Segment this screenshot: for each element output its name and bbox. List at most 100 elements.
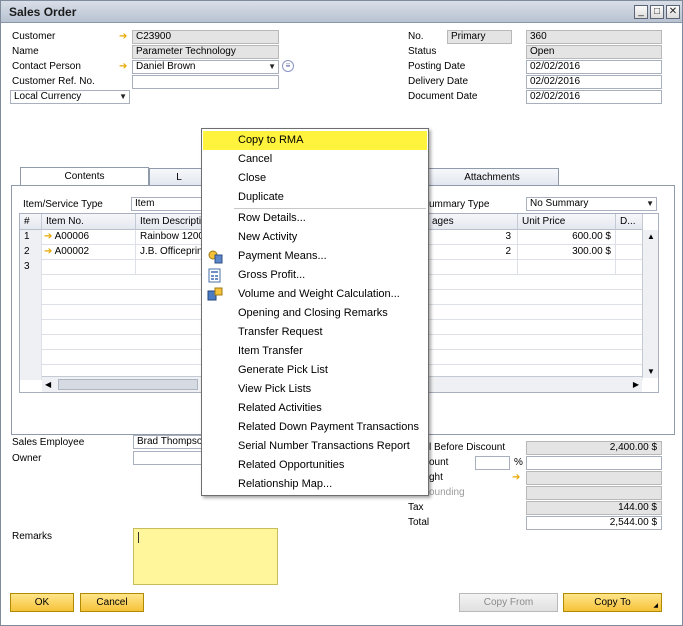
menu-item-duplicate[interactable]: Duplicate	[203, 188, 427, 207]
summary-type-value: No Summary	[530, 198, 589, 209]
column-header-item-no[interactable]: Item No.	[42, 214, 136, 230]
vertical-scrollbar[interactable]: ▲ ▼	[642, 230, 658, 378]
status-field[interactable]: Open	[526, 45, 662, 59]
menu-item-new-activity[interactable]: New Activity	[203, 228, 427, 247]
menu-item-view-pick-lists[interactable]: View Pick Lists	[203, 380, 427, 399]
d-cell[interactable]	[616, 245, 643, 260]
scroll-down-icon[interactable]: ▼	[647, 367, 655, 376]
series-field[interactable]: Primary	[447, 30, 512, 44]
row-number: 2	[20, 245, 42, 260]
d-cell[interactable]	[616, 230, 643, 245]
total-before-discount-field[interactable]: 2,400.00 $	[526, 441, 662, 455]
context-menu: Copy to RMA Cancel Close Duplicate Row D…	[201, 128, 429, 496]
owner-label: Owner	[12, 453, 42, 464]
posting-date-field[interactable]: 02/02/2016	[526, 60, 662, 74]
name-field[interactable]: Parameter Technology	[132, 45, 279, 59]
sales-order-window: Sales Order _ □ ✕ Customer ➔ C23900 Name…	[0, 0, 683, 626]
menu-item-serial-number-report[interactable]: Serial Number Transactions Report	[203, 437, 427, 456]
link-arrow-icon[interactable]: ➔	[44, 231, 52, 242]
item-no-cell[interactable]	[42, 260, 136, 275]
item-description-cell[interactable]: J.B. Officeprin	[136, 245, 206, 260]
link-arrow-icon[interactable]: ➔	[119, 32, 131, 42]
column-header-packages[interactable]: ages	[428, 214, 518, 230]
cancel-button[interactable]: Cancel	[80, 593, 144, 612]
minimize-icon[interactable]: _	[634, 5, 648, 19]
link-arrow-icon[interactable]: ➔	[44, 246, 52, 257]
link-arrow-icon[interactable]: ➔	[512, 473, 524, 483]
copy-to-button[interactable]: Copy To ◢	[563, 593, 662, 612]
currency-dropdown[interactable]: Local Currency ▼	[10, 90, 130, 104]
menu-item-payment-means[interactable]: Payment Means...	[203, 247, 427, 266]
summary-type-dropdown[interactable]: No Summary ▼	[526, 197, 657, 211]
maximize-icon[interactable]: □	[650, 5, 664, 19]
name-label: Name	[12, 46, 39, 57]
tab-attachments[interactable]: Attachments	[425, 168, 559, 186]
menu-item-cancel[interactable]: Cancel	[203, 150, 427, 169]
scroll-left-icon[interactable]: ◀	[45, 380, 51, 389]
d-cell[interactable]	[616, 260, 643, 275]
contact-person-dropdown[interactable]: Daniel Brown ▼	[132, 60, 279, 74]
document-date-label: Document Date	[408, 91, 478, 102]
chevron-down-icon[interactable]: ▼	[646, 199, 654, 209]
menu-item-generate-pick-list[interactable]: Generate Pick List	[203, 361, 427, 380]
ok-button[interactable]: OK	[10, 593, 74, 612]
remarks-textarea[interactable]	[133, 528, 278, 585]
menu-item-close[interactable]: Close	[203, 169, 427, 188]
packages-cell[interactable]: 3	[428, 230, 518, 245]
menu-item-row-details[interactable]: Row Details...	[203, 209, 427, 228]
item-no-cell[interactable]: ➔ A00006	[42, 230, 136, 245]
menu-item-related-activities[interactable]: Related Activities	[203, 399, 427, 418]
close-icon[interactable]: ✕	[666, 5, 680, 19]
unit-price-cell[interactable]	[518, 260, 616, 275]
tab-logistics[interactable]: L	[149, 168, 209, 186]
freight-field[interactable]	[526, 471, 662, 485]
customer-field[interactable]: C23900	[132, 30, 279, 44]
unit-price-cell[interactable]: 600.00 $	[518, 230, 616, 245]
copy-from-button[interactable]: Copy From	[459, 593, 558, 612]
menu-item-gross-profit[interactable]: Gross Profit...	[203, 266, 427, 285]
chevron-down-icon[interactable]: ▼	[268, 62, 276, 72]
scroll-up-icon[interactable]: ▲	[647, 232, 655, 241]
discount-amount-field[interactable]	[526, 456, 662, 470]
column-header-rownum: #	[20, 214, 42, 230]
menu-item-transfer-request[interactable]: Transfer Request	[203, 323, 427, 342]
item-no-cell[interactable]: ➔ A00002	[42, 245, 136, 260]
packages-cell[interactable]	[428, 260, 518, 275]
tab-contents[interactable]: Contents	[20, 167, 149, 186]
column-header-unit-price[interactable]: Unit Price	[518, 214, 616, 230]
total-label: Total	[408, 517, 430, 528]
contact-info-icon[interactable]: ≡	[282, 60, 294, 72]
unit-price-cell[interactable]: 300.00 $	[518, 245, 616, 260]
doc-no-field[interactable]: 360	[526, 30, 662, 44]
menu-item-copy-to-rma[interactable]: Copy to RMA	[203, 131, 427, 150]
menu-item-item-transfer[interactable]: Item Transfer	[203, 342, 427, 361]
scroll-right-icon[interactable]: ▶	[633, 380, 639, 389]
total-field[interactable]: 2,544.00 $	[526, 516, 662, 530]
discount-percent-field[interactable]	[475, 456, 510, 470]
sales-employee-label: Sales Employee	[12, 437, 85, 448]
menu-item-related-down-payments[interactable]: Related Down Payment Transactions	[203, 418, 427, 437]
chevron-down-icon[interactable]: ▼	[119, 92, 127, 102]
tax-label: Tax	[408, 502, 424, 513]
menu-item-related-opportunities[interactable]: Related Opportunities	[203, 456, 427, 475]
scroll-thumb[interactable]	[58, 379, 198, 390]
link-arrow-icon[interactable]: ➔	[119, 62, 131, 72]
item-type-dropdown[interactable]: Item	[131, 197, 206, 211]
sales-employee-dropdown[interactable]: Brad Thompso	[133, 435, 208, 449]
delivery-date-field[interactable]: 02/02/2016	[526, 75, 662, 89]
column-header-item-description[interactable]: Item Descripti	[136, 214, 206, 230]
copy-to-label: Copy To	[594, 597, 631, 608]
item-description-cell[interactable]: Rainbow 1200	[136, 230, 206, 245]
menu-item-volume-weight[interactable]: Volume and Weight Calculation...	[203, 285, 427, 304]
tax-field[interactable]: 144.00 $	[526, 501, 662, 515]
menu-item-opening-closing-remarks[interactable]: Opening and Closing Remarks	[203, 304, 427, 323]
remarks-label: Remarks	[12, 531, 53, 542]
customer-ref-field[interactable]	[132, 75, 279, 89]
column-header-d[interactable]: D...	[616, 214, 643, 230]
menu-item-relationship-map[interactable]: Relationship Map...	[203, 475, 427, 494]
document-date-field[interactable]: 02/02/2016	[526, 90, 662, 104]
owner-field[interactable]	[133, 451, 208, 465]
packages-cell[interactable]: 2	[428, 245, 518, 260]
payment-icon	[207, 249, 223, 264]
item-description-cell[interactable]	[136, 260, 206, 275]
